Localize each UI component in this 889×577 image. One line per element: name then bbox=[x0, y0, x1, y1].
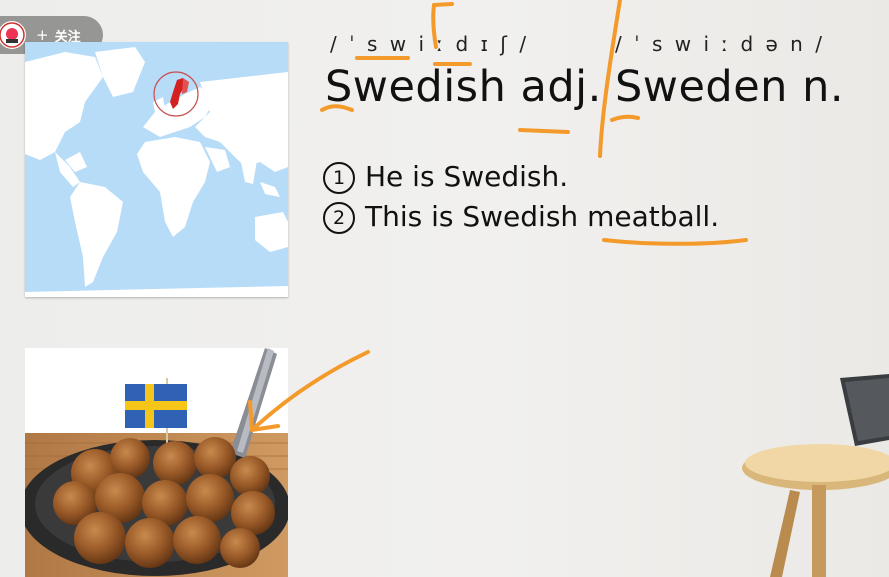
word-sweden: Sweden n. bbox=[615, 62, 845, 112]
meatball-photo bbox=[25, 348, 288, 577]
sentence-text-2: This is Swedish meatball. bbox=[365, 200, 720, 233]
number-circle-1: 1 bbox=[323, 162, 355, 194]
number-circle-2: 2 bbox=[323, 202, 355, 234]
word-swedish: Swedish adj. bbox=[325, 62, 602, 112]
example-sentence-1: 1 He is Swedish. bbox=[323, 160, 568, 194]
world-map bbox=[25, 42, 288, 297]
ipa-swedish: / ˈ s w i ː d ɪ ʃ / bbox=[330, 32, 530, 56]
example-sentence-2: 2 This is Swedish meatball. bbox=[323, 200, 719, 234]
sentence-text-1: He is Swedish. bbox=[365, 160, 569, 193]
avatar[interactable] bbox=[0, 21, 26, 49]
ipa-sweden: / ˈ s w i ː d ə n / bbox=[615, 32, 825, 56]
